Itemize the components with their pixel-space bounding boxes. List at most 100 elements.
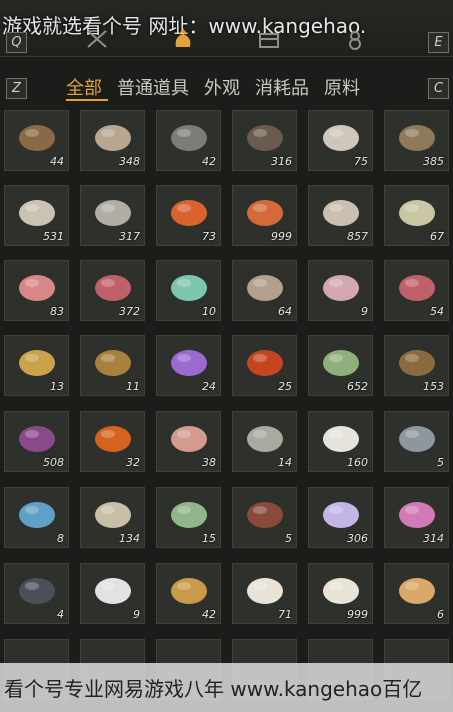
inventory-slot[interactable]: 857	[308, 185, 373, 246]
filter-tab-common[interactable]: 普通道具	[117, 74, 189, 100]
item-quantity: 25	[278, 380, 292, 393]
inventory-slot[interactable]: 54	[384, 260, 449, 321]
item-quantity: 10	[202, 305, 216, 318]
inventory-slot[interactable]: 24	[156, 335, 221, 396]
inventory-slot[interactable]: 42	[156, 110, 221, 171]
key-hint-z[interactable]: Z	[6, 78, 27, 99]
inventory-slot[interactable]: 25	[232, 335, 297, 396]
inventory-slot[interactable]: 5	[232, 487, 297, 548]
filter-tab-appearance[interactable]: 外观	[204, 74, 240, 100]
item-quantity: 83	[50, 305, 64, 318]
bag-icon[interactable]	[170, 28, 196, 50]
inventory-slot[interactable]: 134	[80, 487, 145, 548]
cricket-icon	[399, 125, 435, 151]
item-quantity: 153	[423, 380, 444, 393]
item-quantity: 15	[202, 532, 216, 545]
filter-tab-consumables[interactable]: 消耗品	[255, 74, 309, 100]
item-quantity: 134	[119, 532, 140, 545]
intestine-icon	[323, 275, 359, 301]
hide-icon	[247, 275, 283, 301]
inventory-slot[interactable]: 999	[308, 563, 373, 624]
jade-icon	[171, 275, 207, 301]
item-quantity: 9	[361, 305, 368, 318]
shell-icon	[171, 578, 207, 604]
key-hint-q[interactable]: Q	[6, 32, 27, 53]
inventory-slot[interactable]: 14	[232, 411, 297, 472]
item-quantity: 857	[347, 230, 368, 243]
item-quantity: 42	[202, 155, 216, 168]
inventory-slot[interactable]: 13	[4, 335, 69, 396]
item-quantity: 372	[119, 305, 140, 318]
berry-icon	[171, 200, 207, 226]
fish-icon	[95, 200, 131, 226]
inventory-slot[interactable]: 38	[156, 411, 221, 472]
inventory-slot[interactable]: 160	[308, 411, 373, 472]
inventory-slot[interactable]: 4	[4, 563, 69, 624]
rock-icon	[399, 426, 435, 452]
inventory-slot[interactable]: 11	[80, 335, 145, 396]
inventory-slot[interactable]: 316	[232, 110, 297, 171]
inventory-slot[interactable]: 9	[308, 260, 373, 321]
inventory-slot[interactable]: 317	[80, 185, 145, 246]
item-quantity: 67	[430, 230, 444, 243]
filter-tab-all[interactable]: 全部	[66, 74, 102, 100]
inventory-slot[interactable]: 306	[308, 487, 373, 548]
item-quantity: 9	[133, 608, 140, 621]
item-quantity: 508	[43, 456, 64, 469]
ore-icon	[95, 350, 131, 376]
inventory-slot[interactable]: 348	[80, 110, 145, 171]
inventory-slot[interactable]: 83	[4, 260, 69, 321]
item-quantity: 24	[202, 380, 216, 393]
inventory-slot[interactable]: 8	[4, 487, 69, 548]
steak-icon	[95, 275, 131, 301]
inventory-slot[interactable]: 372	[80, 260, 145, 321]
item-quantity: 6	[437, 608, 444, 621]
tail-icon	[95, 578, 131, 604]
item-quantity: 385	[423, 155, 444, 168]
inventory-slot[interactable]: 9	[80, 563, 145, 624]
inventory-slot[interactable]: 75	[308, 110, 373, 171]
inventory-slot[interactable]: 999	[232, 185, 297, 246]
item-quantity: 32	[126, 456, 140, 469]
inventory-slot[interactable]: 10	[156, 260, 221, 321]
inventory-slot[interactable]: 15	[156, 487, 221, 548]
item-quantity: 73	[202, 230, 216, 243]
inventory-slot[interactable]: 153	[384, 335, 449, 396]
inventory-slot[interactable]: 32	[80, 411, 145, 472]
filter-tab-materials[interactable]: 原料	[324, 74, 360, 100]
inventory-slot[interactable]: 6	[384, 563, 449, 624]
key-hint-c[interactable]: C	[428, 78, 449, 99]
inventory-slot[interactable]: 42	[156, 563, 221, 624]
berry-icon	[247, 200, 283, 226]
inventory-slot[interactable]: 73	[156, 185, 221, 246]
inventory-slot[interactable]: 44	[4, 110, 69, 171]
close-icon[interactable]	[84, 28, 110, 50]
milk-bowl-icon	[323, 578, 359, 604]
inventory-slot[interactable]: 385	[384, 110, 449, 171]
inventory-slot[interactable]: 71	[232, 563, 297, 624]
item-quantity: 531	[43, 230, 64, 243]
steak-icon	[399, 275, 435, 301]
inventory-slot[interactable]: 531	[4, 185, 69, 246]
item-quantity: 11	[126, 380, 140, 393]
inventory-slot[interactable]: 314	[384, 487, 449, 548]
key-hint-e[interactable]: E	[428, 32, 449, 53]
fur-icon	[323, 426, 359, 452]
inventory-slot[interactable]: 508	[4, 411, 69, 472]
inventory-slot[interactable]: 67	[384, 185, 449, 246]
item-quantity: 652	[347, 380, 368, 393]
item-quantity: 348	[119, 155, 140, 168]
filter-tabs: 全部 普通道具 外观 消耗品 原料	[66, 74, 360, 100]
inventory-slot[interactable]: 64	[232, 260, 297, 321]
item-quantity: 999	[271, 230, 292, 243]
gourd-icon[interactable]	[342, 28, 368, 50]
top-tab-bar: 游戏就选看个号 网址：www.kangehao. Q E	[0, 0, 453, 57]
flower-icon	[399, 502, 435, 528]
inventory-slot[interactable]: 652	[308, 335, 373, 396]
carp-icon	[19, 350, 55, 376]
inventory-slot[interactable]: 5	[384, 411, 449, 472]
chest-icon[interactable]	[256, 28, 282, 50]
feather-icon	[247, 125, 283, 151]
item-quantity: 4	[57, 608, 64, 621]
stone-icon	[171, 125, 207, 151]
